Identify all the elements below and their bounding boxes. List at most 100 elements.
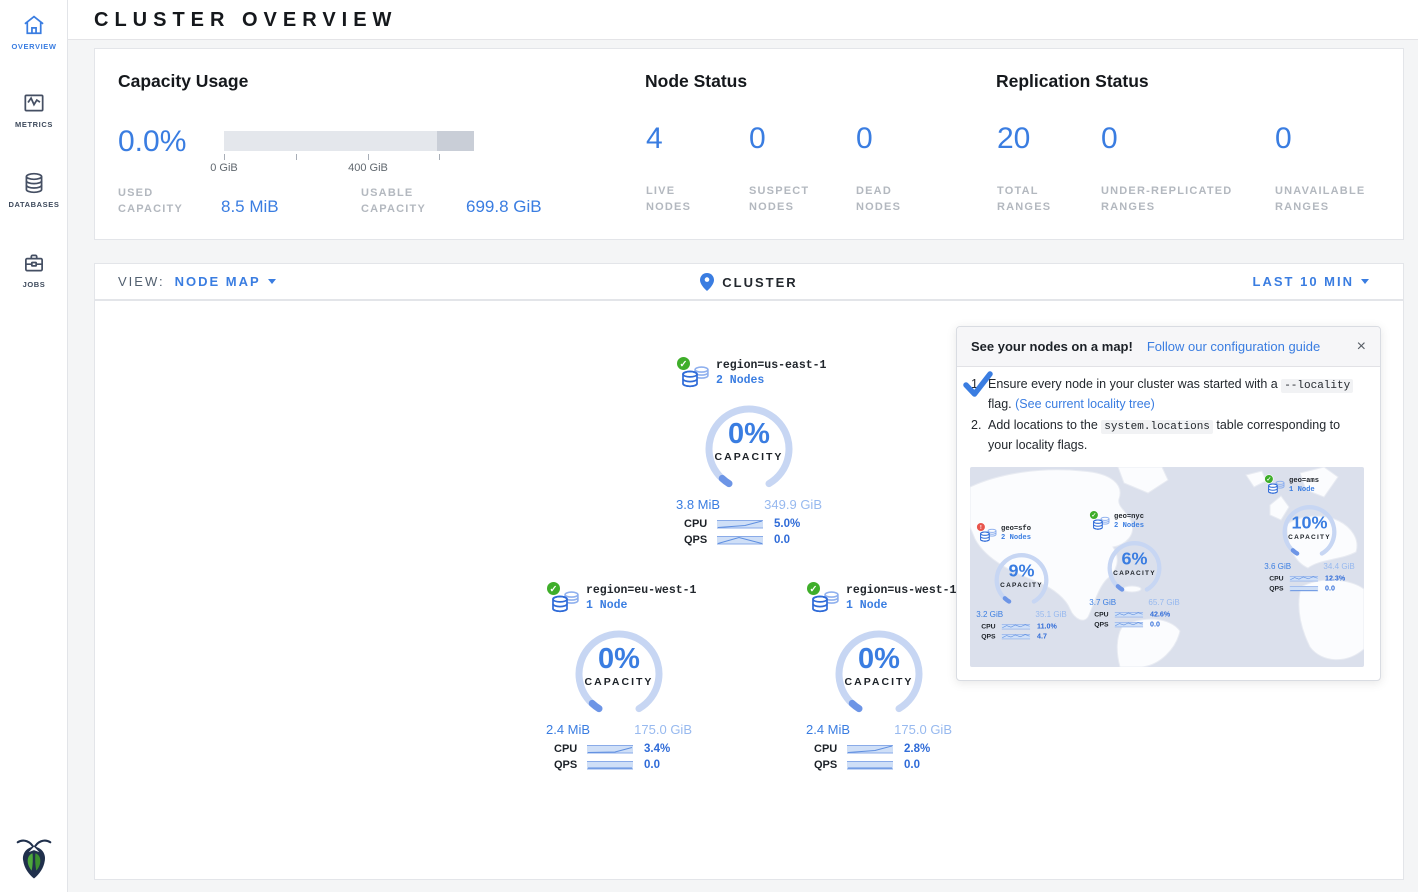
region-status-icon: ! — [976, 522, 985, 531]
gauge-used-arc — [852, 703, 859, 708]
cpu-label: CPU — [981, 623, 1001, 630]
sidebar-item-databases[interactable]: DATABASES — [0, 170, 68, 209]
capacity-label: CAPACITY — [569, 676, 669, 688]
gauge-used-arc — [1005, 598, 1009, 601]
qps-value: 0.0 — [1325, 585, 1335, 592]
region-node-group[interactable]: ! geo=sfo 2 Nodes — [975, 523, 1068, 640]
capacity-label: CAPACITY — [1104, 569, 1166, 576]
region-status-icon: ✓ — [1264, 474, 1273, 483]
capacity-label: CAPACITY — [1279, 533, 1341, 540]
configuration-guide-link[interactable]: Follow our configuration guide — [1147, 339, 1320, 354]
dead-nodes-value: 0 — [856, 123, 901, 155]
region-status-icon: ✓ — [1089, 510, 1098, 519]
page-title: CLUSTER OVERVIEW — [94, 0, 1418, 40]
live-nodes-value: 4 — [646, 123, 691, 155]
under-replicated-ranges-value: 0 — [1101, 123, 1232, 155]
popup-steps: 1.Ensure every node in your cluster was … — [957, 367, 1380, 462]
region-node-group[interactable]: ✓ geo=ams 1 Node — [1263, 475, 1356, 592]
capacity-usage-bar: 0 GiB 400 GiB — [224, 131, 474, 151]
qps-value: 0.0 — [774, 534, 790, 546]
capacity-total-value: 65.7 GiB — [1148, 598, 1179, 607]
capacity-percent: 10% — [1279, 513, 1341, 532]
locality-tree-link[interactable]: See current locality tree — [1019, 397, 1150, 411]
page-header: CLUSTER OVERVIEW — [68, 0, 1418, 40]
chevron-down-icon — [1361, 279, 1369, 284]
qps-sparkline — [587, 759, 633, 771]
cpu-label: CPU — [554, 743, 587, 755]
region-status-icon: ✓ — [546, 581, 561, 596]
capacity-total-value: 34.4 GiB — [1323, 562, 1354, 571]
capacity-percent: 0% — [829, 644, 929, 674]
region-node-group[interactable]: ✓ region=us-east-1 2 No — [674, 357, 824, 546]
view-selector-dropdown[interactable]: NODE MAP — [175, 274, 276, 289]
cpu-sparkline — [1002, 623, 1031, 630]
region-name: geo=nyc — [1114, 512, 1181, 520]
capacity-total-value: 349.9 GiB — [764, 497, 822, 512]
used-capacity-label-2: CAPACITY — [118, 201, 221, 217]
region-node-count: 2 Nodes — [716, 374, 824, 387]
popup-title: See your nodes on a map! — [971, 339, 1133, 354]
capacity-used-value: 3.2 GiB — [976, 610, 1003, 619]
qps-sparkline — [847, 759, 893, 771]
usable-capacity-value: 699.8 GiB — [466, 197, 542, 217]
sidebar-item-metrics[interactable]: METRICS — [0, 90, 68, 129]
time-range-dropdown[interactable]: LAST 10 MIN — [1253, 274, 1369, 289]
capacity-label: CAPACITY — [991, 581, 1053, 588]
sidebar-label: OVERVIEW — [0, 42, 68, 51]
sidebar-item-jobs[interactable]: JOBS — [0, 250, 68, 289]
region-node-group[interactable]: ✓ geo=nyc 2 Nodes — [1088, 511, 1181, 628]
qps-value: 0.0 — [644, 759, 660, 771]
location-pin-icon — [700, 273, 714, 291]
region-status-icon: ✓ — [806, 581, 821, 596]
replication-status-title: Replication Status — [996, 71, 1149, 92]
sidebar-item-overview[interactable]: OVERVIEW — [0, 12, 68, 51]
cpu-value: 11.0% — [1037, 623, 1057, 630]
node-map-panel: See your nodes on a map! Follow our conf… — [94, 300, 1404, 880]
region-node-count: 1 Node — [846, 599, 954, 612]
qps-label: QPS — [814, 759, 847, 771]
chevron-down-icon — [268, 279, 276, 284]
region-node-group[interactable]: ✓ region=eu-west-1 1 No — [544, 582, 694, 771]
qps-sparkline — [1290, 585, 1319, 592]
region-node-count: 2 Nodes — [1114, 522, 1181, 530]
cpu-label: CPU — [814, 743, 847, 755]
capacity-used-value: 3.6 GiB — [1264, 562, 1291, 571]
capacity-used-value: 2.4 MiB — [806, 722, 850, 737]
axis-tick-400: 400 GiB — [348, 162, 388, 174]
region-node-count: 1 Node — [1289, 486, 1356, 494]
region-node-count: 1 Node — [586, 599, 694, 612]
total-ranges-value: 20 — [997, 123, 1051, 155]
capacity-percent: 6% — [1104, 549, 1166, 568]
gauge-used-arc — [592, 703, 599, 708]
cpu-value: 42.6% — [1150, 611, 1170, 618]
capacity-label: CAPACITY — [829, 676, 929, 688]
qps-label: QPS — [1094, 621, 1114, 628]
capacity-total-value: 175.0 GiB — [894, 722, 952, 737]
qps-label: QPS — [1269, 585, 1289, 592]
region-name: region=eu-west-1 — [586, 584, 694, 597]
popup-step-2: 2.Add locations to the system.locations … — [971, 417, 1366, 454]
qps-label: QPS — [554, 759, 587, 771]
cpu-sparkline — [847, 743, 893, 755]
used-capacity-value: 8.5 MiB — [221, 197, 279, 217]
home-icon — [21, 12, 47, 38]
system-locations-code: system.locations — [1101, 420, 1213, 434]
example-node-map-image: ! geo=sfo 2 Nodes — [970, 467, 1364, 667]
qps-sparkline — [1115, 621, 1144, 628]
popup-header: See your nodes on a map! Follow our conf… — [957, 327, 1380, 367]
capacity-gauge: 9% CAPACITY — [991, 548, 1053, 608]
cpu-sparkline — [1115, 611, 1144, 618]
cpu-sparkline — [717, 518, 763, 530]
qps-label: QPS — [981, 633, 1001, 640]
qps-sparkline — [717, 534, 763, 546]
close-icon[interactable]: × — [1357, 339, 1366, 355]
capacity-usage-percent: 0.0% — [118, 125, 186, 159]
capacity-used-value: 3.8 MiB — [676, 497, 720, 512]
step-complete-check-icon — [963, 371, 993, 398]
region-name: geo=sfo — [1001, 524, 1068, 532]
region-status-icon: ✓ — [676, 356, 691, 371]
capacity-bar-reserved-segment — [437, 131, 474, 151]
sidebar-label: JOBS — [0, 280, 68, 289]
region-node-group[interactable]: ✓ region=us-west-1 1 No — [804, 582, 954, 771]
sidebar-label: METRICS — [0, 120, 68, 129]
